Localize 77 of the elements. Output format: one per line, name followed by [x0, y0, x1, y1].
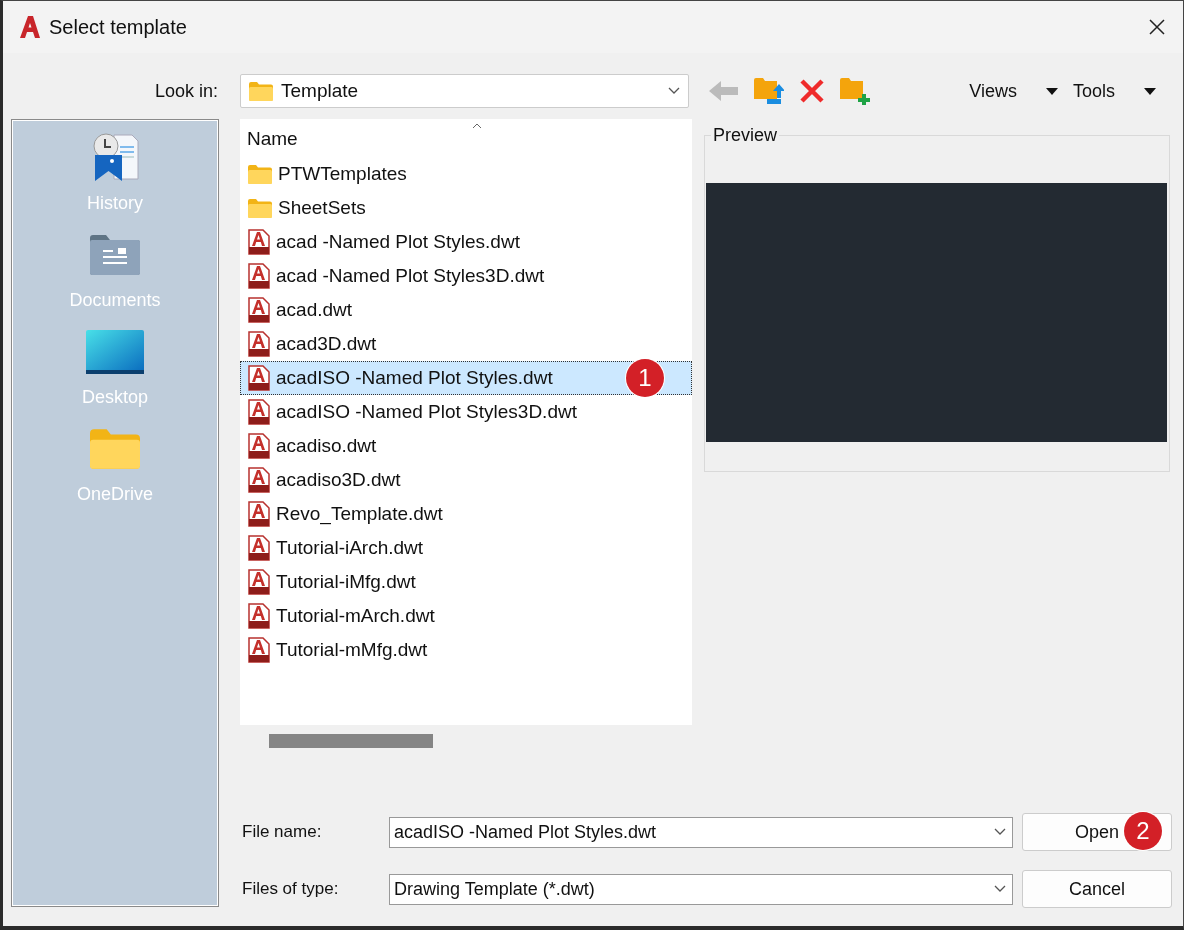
dwt-file-icon: [248, 263, 270, 289]
file-name: acadiso.dwt: [276, 435, 377, 457]
look-in-label: Look in:: [153, 80, 219, 102]
history-icon: [90, 132, 140, 184]
file-name: Tutorial-iMfg.dwt: [276, 571, 416, 593]
delete-icon[interactable]: [799, 78, 825, 104]
place-label: Documents: [69, 290, 161, 311]
callout-badge: 1: [626, 359, 664, 397]
dropdown-arrow-icon[interactable]: [1144, 87, 1156, 95]
file-item[interactable]: acadiso.dwt: [240, 429, 692, 463]
dwt-file-icon: [248, 433, 270, 459]
place-label: Desktop: [81, 387, 148, 408]
file-item[interactable]: acad -Named Plot Styles.dwt: [240, 225, 692, 259]
file-name: acad3D.dwt: [276, 333, 377, 355]
chevron-icon: [994, 828, 1006, 836]
file-item[interactable]: Tutorial-iArch.dwt: [240, 531, 692, 565]
file-name: Tutorial-iArch.dwt: [276, 537, 424, 559]
file-name: acad.dwt: [276, 299, 353, 321]
open-button[interactable]: Open 2: [1022, 813, 1172, 851]
dropdown-arrow-icon[interactable]: [1045, 87, 1058, 95]
dwt-file-icon: [248, 603, 270, 629]
close-icon: [1149, 19, 1165, 35]
file-item[interactable]: Tutorial-mArch.dwt: [240, 599, 692, 633]
file-name: PTWTemplates: [278, 163, 407, 185]
file-name: acad -Named Plot Styles.dwt: [276, 231, 520, 253]
place-label: History: [87, 193, 143, 214]
file-item[interactable]: Revo_Template.dwt: [240, 497, 692, 531]
file-name: acad -Named Plot Styles3D.dwt: [276, 265, 545, 287]
file-name: SheetSets: [278, 197, 366, 219]
file-name-label: File name:: [242, 822, 323, 842]
file-type-dropdown[interactable]: Drawing Template (*.dwt): [389, 873, 1013, 905]
dwt-file-icon: [248, 501, 270, 527]
dwt-file-icon: [248, 365, 270, 391]
file-name: Revo_Template.dwt: [276, 503, 443, 525]
file-name: Tutorial-mArch.dwt: [276, 605, 435, 627]
file-item[interactable]: SheetSets: [240, 191, 692, 225]
dwt-file-icon: [248, 467, 270, 493]
file-item[interactable]: Tutorial-iMfg.dwt: [240, 565, 692, 599]
chevron-icon: [668, 87, 680, 95]
file-item[interactable]: PTWTemplates: [240, 157, 692, 191]
file-item[interactable]: acadiso3D.dwt: [240, 463, 692, 497]
tools-menu[interactable]: Tools: [1072, 80, 1115, 102]
place-label: OneDrive: [77, 484, 153, 505]
views-menu[interactable]: Views: [969, 80, 1017, 102]
dwt-file-icon: [248, 331, 270, 357]
dwt-file-icon: [248, 399, 270, 425]
dwt-file-icon: [248, 297, 270, 323]
file-name: acadISO -Named Plot Styles.dwt: [276, 367, 553, 389]
column-header[interactable]: Name: [240, 119, 692, 157]
file-name: acadiso3D.dwt: [276, 469, 401, 491]
folder-icon: [249, 81, 273, 101]
window-title: Select template: [49, 15, 188, 39]
cancel-button[interactable]: Cancel: [1022, 870, 1172, 908]
folder-up-icon[interactable]: [754, 77, 784, 105]
chevron-icon: [994, 885, 1006, 893]
file-item[interactable]: acad.dwt: [240, 293, 692, 327]
dwt-file-icon: [248, 535, 270, 561]
callout-badge: 2: [1124, 812, 1162, 850]
preview-label: Preview: [712, 125, 779, 146]
file-item[interactable]: acad -Named Plot Styles3D.dwt: [240, 259, 692, 293]
file-item[interactable]: Tutorial-mMfg.dwt: [240, 633, 692, 667]
folder-icon: [248, 198, 272, 218]
file-item[interactable]: acadISO -Named Plot Styles.dwt 1: [240, 361, 692, 395]
dwt-file-icon: [248, 569, 270, 595]
dwt-file-icon: [248, 637, 270, 663]
scrollbar-thumb[interactable]: [269, 734, 433, 748]
file-item[interactable]: acad3D.dwt: [240, 327, 692, 361]
file-type-label: Files of type:: [242, 879, 340, 899]
new-folder-icon[interactable]: [840, 77, 870, 105]
file-name: acadISO -Named Plot Styles3D.dwt: [276, 401, 577, 423]
file-name: Tutorial-mMfg.dwt: [276, 639, 428, 661]
file-item[interactable]: acadISO -Named Plot Styles3D.dwt: [240, 395, 692, 429]
look-in-dropdown[interactable]: Template: [240, 74, 689, 108]
app-logo-icon: [19, 15, 41, 39]
dwt-file-icon: [248, 229, 270, 255]
folder-icon: [248, 164, 272, 184]
file-name-field[interactable]: acadISO -Named Plot Styles.dwt: [389, 816, 1013, 848]
